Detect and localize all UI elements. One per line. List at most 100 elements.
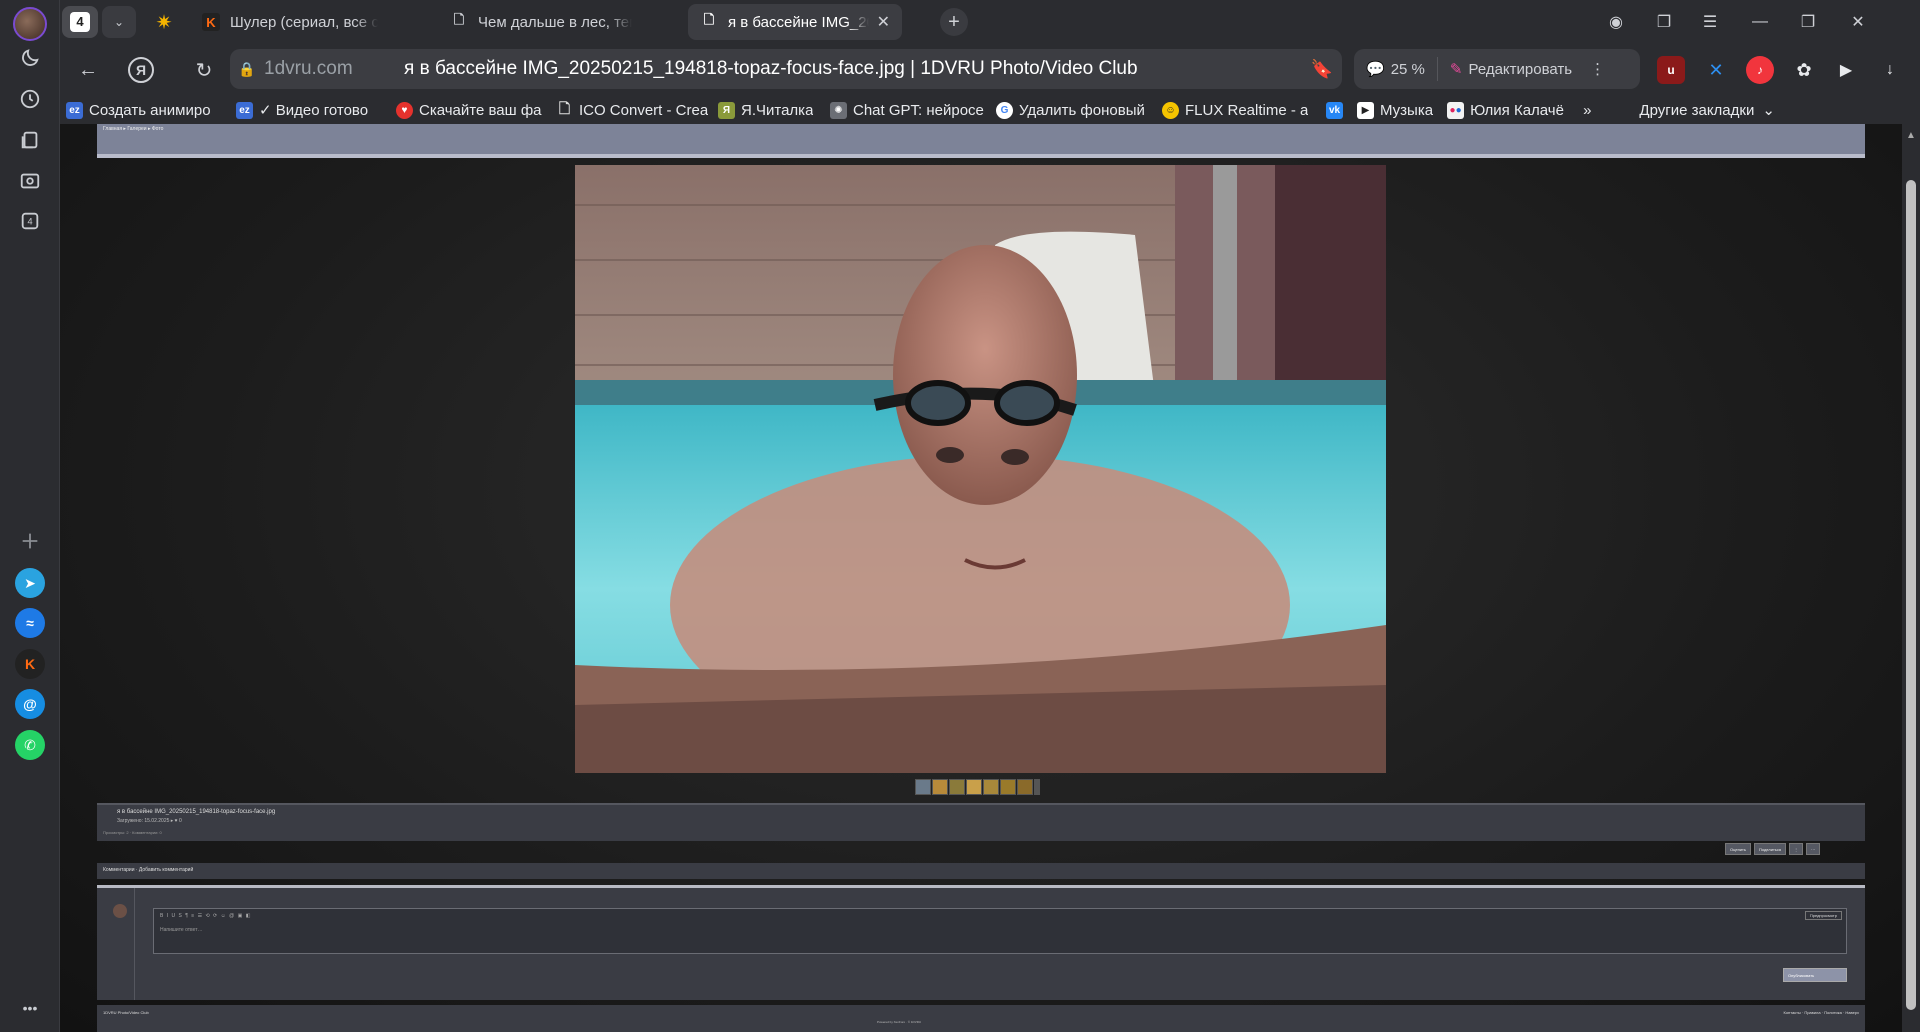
music-icon[interactable]: ♪ bbox=[1746, 56, 1774, 84]
tab-active[interactable]: 🗋 я в бассейне IMG_2025 ✕ bbox=[688, 4, 902, 40]
bookmark-item[interactable]: ▶ Музыка bbox=[1357, 101, 1434, 119]
history-icon[interactable] bbox=[12, 81, 48, 117]
scrollbar-thumb[interactable] bbox=[1906, 180, 1916, 1010]
tabs-counter-icon[interactable]: 4 bbox=[12, 203, 48, 239]
minimize-icon[interactable]: — bbox=[1740, 6, 1780, 38]
tab-counter-button[interactable]: 4 bbox=[62, 6, 98, 38]
add-panel-icon[interactable] bbox=[12, 523, 48, 559]
page-footer: 1DVRU Photo/Video Club Powered by XenFor… bbox=[97, 1005, 1865, 1032]
edit-button[interactable]: ✎ Редактировать bbox=[1438, 49, 1584, 89]
browser-sidebar: 4 ➤ ≈ K @ ✆ ••• bbox=[0, 0, 60, 1032]
more-icon[interactable]: ••• bbox=[12, 990, 48, 1026]
thumbnail[interactable] bbox=[1017, 779, 1033, 795]
back-icon[interactable]: ← bbox=[72, 54, 104, 86]
footer-links[interactable]: Контакты · Правила · Политика · Наверх bbox=[1784, 1010, 1860, 1015]
reload-icon[interactable]: ↻ bbox=[188, 54, 220, 86]
download-icon[interactable]: ↓ bbox=[1876, 56, 1904, 84]
video-speed-icon[interactable]: ▶ bbox=[1832, 56, 1860, 84]
thumbnail[interactable] bbox=[1000, 779, 1016, 795]
bookmark-item[interactable]: ♥ Скачайте ваш фа bbox=[396, 101, 544, 119]
lock-icon[interactable]: 🔒 bbox=[230, 61, 264, 78]
bookmark-item[interactable]: ✺ Chat GPT: нейросе bbox=[830, 101, 986, 119]
breadcrumb[interactable]: Главная ▸ Галереи ▸ Фото bbox=[103, 126, 163, 132]
mail-icon[interactable]: @ bbox=[15, 689, 45, 719]
screenshot-icon[interactable] bbox=[12, 163, 48, 199]
bookmark-icon[interactable]: 🔖 bbox=[1302, 59, 1342, 80]
night-mode-icon[interactable] bbox=[12, 40, 48, 76]
page-viewport: Главная ▸ Галереи ▸ Фото я в бассейне IM… bbox=[60, 124, 1902, 1032]
address-bar[interactable]: 🔒 1dvru.com я в бассейне IMG_20250215_19… bbox=[230, 49, 1342, 89]
close-icon[interactable]: ✕ bbox=[877, 12, 890, 32]
post-reply-button[interactable]: Опубликовать bbox=[1783, 968, 1847, 982]
page-scrollbar[interactable]: ▲ bbox=[1902, 124, 1920, 1032]
bookmarks-overflow-button[interactable]: » bbox=[1583, 102, 1591, 119]
other-bookmarks-button[interactable]: Другие закладки ⌄ bbox=[1639, 101, 1775, 120]
bookmark-item[interactable]: ez ✓ Видео готово bbox=[236, 101, 384, 119]
bookmark-item[interactable]: Я Я.Читалка bbox=[718, 101, 820, 119]
restore-icon[interactable]: ❐ bbox=[1788, 6, 1828, 38]
share-button[interactable]: Поделиться bbox=[1753, 843, 1787, 855]
profile-avatar[interactable] bbox=[13, 7, 47, 41]
bookmark-label: Музыка bbox=[1380, 101, 1434, 119]
messenger-icon[interactable]: ≈ bbox=[15, 608, 45, 638]
kebab-menu-icon[interactable]: ⋮ bbox=[1584, 49, 1611, 89]
translate-icon[interactable]: ✕ bbox=[1702, 56, 1730, 84]
preview-button[interactable]: Предпросмотр bbox=[1804, 911, 1842, 920]
yandex-icon[interactable]: Я bbox=[128, 57, 154, 83]
photo-thumbnail-strip bbox=[915, 779, 1040, 795]
bookmark-item[interactable]: vk bbox=[1326, 101, 1349, 119]
tab-1[interactable]: K Шулер (сериал, все серии bbox=[190, 4, 390, 40]
thumbnail[interactable] bbox=[932, 779, 948, 795]
thumbnail[interactable] bbox=[983, 779, 999, 795]
footer-site-name[interactable]: 1DVRU Photo/Video Club bbox=[103, 1010, 149, 1015]
collections-icon[interactable] bbox=[12, 122, 48, 158]
extra-options-button[interactable]: ⋯ bbox=[1806, 843, 1821, 855]
avatar bbox=[113, 904, 127, 918]
new-tab-button[interactable]: + bbox=[940, 8, 968, 36]
address-page-title: я в бассейне IMG_20250215_194818-topaz-f… bbox=[404, 58, 1138, 79]
editor-toolbar[interactable]: B I U S ¶ ≡ ☰ ⟲ ⟳ ☺ @ ▣ ◧ bbox=[160, 913, 251, 919]
profile-icon[interactable]: ◉ bbox=[1596, 6, 1636, 38]
chatgpt-icon: ✺ bbox=[830, 101, 847, 119]
bookmark-item[interactable]: ● ● Юлия Калачё bbox=[1447, 101, 1571, 119]
puzzle-icon[interactable]: ✿ bbox=[1790, 56, 1818, 84]
edit-icon: ✎ bbox=[1449, 61, 1463, 78]
youtube-music-icon: ▶ bbox=[1357, 101, 1374, 119]
telegram-icon[interactable]: ➤ bbox=[15, 568, 45, 598]
vk-icon: vk bbox=[1326, 101, 1343, 119]
thumbnail[interactable] bbox=[949, 779, 965, 795]
bookmark-item[interactable]: 🗋 ICO Convert - Crea bbox=[556, 100, 708, 119]
menu-icon[interactable]: ☰ bbox=[1690, 6, 1730, 38]
document-icon: 🗋 bbox=[453, 12, 465, 27]
address-domain: 1dvru.com bbox=[264, 58, 353, 79]
bookmark-label: ✓ Видео готово bbox=[259, 102, 369, 119]
rate-button[interactable]: Оценить bbox=[1725, 843, 1751, 855]
tab-collections-icon[interactable]: ❐ bbox=[1644, 6, 1684, 38]
kinopoisk-icon[interactable]: K bbox=[15, 649, 45, 679]
thumbnail[interactable] bbox=[915, 779, 931, 795]
bookmark-label: Скачайте ваш фа bbox=[419, 101, 542, 119]
pool-selfie-image bbox=[575, 165, 1386, 773]
bookmarks-more: » bbox=[1583, 101, 1592, 119]
reply-editor[interactable]: B I U S ¶ ≡ ☰ ⟲ ⟳ ☺ @ ▣ ◧ Напишите ответ… bbox=[153, 908, 1847, 954]
thumbnail[interactable] bbox=[966, 779, 982, 795]
thumbnail-more[interactable] bbox=[1034, 779, 1040, 795]
close-window-icon[interactable]: ✕ bbox=[1838, 6, 1878, 38]
sun-favicon-icon[interactable]: ✷ bbox=[150, 8, 178, 36]
bookmark-item[interactable]: ☺ FLUX Realtime - a bbox=[1162, 101, 1318, 119]
whatsapp-icon[interactable]: ✆ bbox=[15, 730, 45, 760]
bookmark-label: Юлия Калачё bbox=[1470, 101, 1564, 119]
comments-zoom-button[interactable]: 💬 25 % bbox=[1354, 49, 1437, 89]
bookmark-item[interactable]: ez Создать анимиро bbox=[66, 101, 224, 119]
bookmark-item[interactable]: G Удалить фоновый bbox=[996, 101, 1150, 119]
chevron-down-icon[interactable]: ⌄ bbox=[102, 6, 136, 38]
tab-2[interactable]: 🗋 Чем дальше в лес, тем бо bbox=[438, 4, 644, 40]
more-options-button[interactable]: ⋮ bbox=[1789, 843, 1804, 855]
tab-count: 4 bbox=[70, 12, 90, 32]
tab-label: я в бассейне IMG_2025 bbox=[728, 13, 869, 31]
ublock-icon[interactable]: u bbox=[1657, 56, 1685, 84]
comments-header-text: Комментарии · Добавить комментарий bbox=[103, 867, 194, 873]
photo-image[interactable] bbox=[575, 165, 1386, 773]
scroll-up-icon[interactable]: ▲ bbox=[1906, 130, 1916, 141]
bookmarks-bar: ez Создать анимиро ez ✓ Видео готово ♥ С… bbox=[60, 96, 1920, 124]
